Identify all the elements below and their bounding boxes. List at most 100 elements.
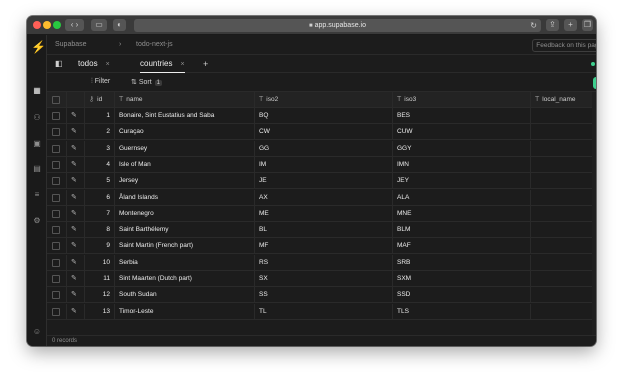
- edit-icon[interactable]: ✎: [71, 308, 77, 315]
- row-checkbox[interactable]: [52, 307, 60, 316]
- cell-id[interactable]: 1: [85, 108, 115, 124]
- cell-id[interactable]: 8: [85, 222, 115, 239]
- edit-icon[interactable]: ✎: [71, 194, 77, 201]
- table-row[interactable]: ✎ 8 Saint Barthélemy BL BLM: [47, 222, 596, 239]
- chevron-right-icon[interactable]: ›: [76, 20, 79, 29]
- row-checkbox[interactable]: [52, 128, 60, 137]
- cell-local-name[interactable]: [531, 189, 596, 206]
- cell-iso3[interactable]: SRB: [393, 254, 531, 271]
- table-row[interactable]: ✎ 6 Åland Islands AX ALA: [47, 189, 596, 206]
- tab-countries[interactable]: countries ×: [140, 55, 185, 73]
- close-icon[interactable]: ×: [180, 61, 184, 68]
- edit-icon[interactable]: ✎: [71, 161, 77, 168]
- user-avatar-icon[interactable]: ☺: [31, 326, 43, 338]
- cell-iso3[interactable]: SXM: [393, 271, 531, 287]
- insert-row-button[interactable]: +: [593, 77, 596, 89]
- cell-iso2[interactable]: GG: [255, 140, 393, 157]
- edit-icon[interactable]: ✎: [71, 177, 77, 184]
- cell-name[interactable]: Curaçao: [115, 124, 255, 141]
- database-icon[interactable]: ≡: [31, 189, 43, 201]
- vertical-scrollbar[interactable]: [592, 92, 596, 335]
- edit-icon[interactable]: ✎: [71, 226, 77, 233]
- cell-local-name[interactable]: [531, 156, 596, 173]
- table-row[interactable]: ✎ 12 South Sudan SS SSD: [47, 287, 596, 304]
- cell-iso3[interactable]: MAF: [393, 238, 531, 255]
- cell-local-name[interactable]: [531, 205, 596, 222]
- row-checkbox[interactable]: [52, 209, 60, 218]
- tab-overview-button[interactable]: ❐: [582, 19, 593, 31]
- cell-iso3[interactable]: MNE: [393, 205, 531, 222]
- edit-icon[interactable]: ✎: [71, 242, 77, 249]
- cell-id[interactable]: 11: [85, 271, 115, 287]
- share-button[interactable]: ⇪: [546, 19, 559, 31]
- cell-name[interactable]: Saint Martin (French part): [115, 238, 255, 255]
- cell-name[interactable]: Guernsey: [115, 140, 255, 157]
- cell-name[interactable]: Timor-Leste: [115, 303, 255, 320]
- column-header-iso2[interactable]: Tiso2: [255, 92, 393, 108]
- users-icon[interactable]: ⚇: [31, 112, 43, 124]
- column-header-id[interactable]: ⚷ id: [85, 92, 115, 108]
- row-checkbox[interactable]: [52, 112, 60, 120]
- breadcrumb-project[interactable]: todo-next-js: [136, 41, 173, 48]
- column-header-local-name[interactable]: Tlocal_name: [531, 92, 596, 108]
- row-checkbox[interactable]: [52, 258, 60, 267]
- cell-iso3[interactable]: JEY: [393, 173, 531, 190]
- cell-iso3[interactable]: IMN: [393, 156, 531, 173]
- edit-icon[interactable]: ✎: [71, 275, 77, 282]
- filter-button[interactable]: ⫶ Filter: [91, 78, 110, 86]
- cell-local-name[interactable]: [531, 222, 596, 239]
- row-checkbox[interactable]: [52, 242, 60, 251]
- cell-id[interactable]: 4: [85, 156, 115, 173]
- supabase-logo-icon[interactable]: ⚡: [31, 41, 46, 53]
- cell-iso2[interactable]: IM: [255, 156, 393, 173]
- cell-name[interactable]: South Sudan: [115, 287, 255, 304]
- cell-local-name[interactable]: [531, 124, 596, 141]
- edit-icon[interactable]: ✎: [71, 128, 77, 135]
- cell-iso2[interactable]: ME: [255, 205, 393, 222]
- cell-iso3[interactable]: GGY: [393, 140, 531, 157]
- cell-iso2[interactable]: RS: [255, 254, 393, 271]
- cell-local-name[interactable]: [531, 108, 596, 124]
- cell-name[interactable]: Sint Maarten (Dutch part): [115, 271, 255, 287]
- cell-name[interactable]: Saint Barthélemy: [115, 222, 255, 239]
- column-header-iso3[interactable]: Tiso3: [393, 92, 531, 108]
- cell-name[interactable]: Montenegro: [115, 205, 255, 222]
- cell-iso3[interactable]: BES: [393, 108, 531, 124]
- reload-icon[interactable]: ↻: [530, 19, 537, 32]
- table-row[interactable]: ✎ 5 Jersey JE JEY: [47, 173, 596, 190]
- cell-id[interactable]: 9: [85, 238, 115, 255]
- table-row[interactable]: ✎ 4 Isle of Man IM IMN: [47, 156, 596, 173]
- table-row[interactable]: ✎ 1 Bonaire, Sint Eustatius and Saba BQ BES: [47, 108, 596, 124]
- cell-iso3[interactable]: TLS: [393, 303, 531, 320]
- cell-id[interactable]: 10: [85, 254, 115, 271]
- cell-iso2[interactable]: BL: [255, 222, 393, 239]
- cell-local-name[interactable]: [531, 238, 596, 255]
- cell-iso2[interactable]: TL: [255, 303, 393, 320]
- cell-name[interactable]: Serbia: [115, 254, 255, 271]
- maximize-window-button[interactable]: [53, 21, 61, 29]
- cell-local-name[interactable]: [531, 303, 596, 320]
- add-tab-button[interactable]: +: [203, 55, 208, 73]
- settings-gear-icon[interactable]: ⚙: [31, 215, 43, 227]
- row-checkbox[interactable]: [52, 144, 60, 153]
- cell-local-name[interactable]: [531, 271, 596, 287]
- cell-iso2[interactable]: AX: [255, 189, 393, 206]
- cell-id[interactable]: 7: [85, 205, 115, 222]
- table-row[interactable]: ✎ 3 Guernsey GG GGY: [47, 140, 596, 157]
- cell-iso2[interactable]: BQ: [255, 108, 393, 124]
- tab-todos[interactable]: todos ×: [78, 55, 110, 73]
- cell-local-name[interactable]: [531, 173, 596, 190]
- edit-icon[interactable]: ✎: [71, 112, 77, 119]
- edit-icon[interactable]: ✎: [71, 210, 77, 217]
- breadcrumb-org[interactable]: Supabase: [55, 41, 87, 48]
- row-checkbox[interactable]: [52, 275, 60, 283]
- cell-iso2[interactable]: SS: [255, 287, 393, 304]
- cell-name[interactable]: Bonaire, Sint Eustatius and Saba: [115, 108, 255, 124]
- sort-button[interactable]: ⇅ Sort 1: [131, 78, 163, 86]
- minimize-window-button[interactable]: [43, 21, 51, 29]
- table-row[interactable]: ✎ 11 Sint Maarten (Dutch part) SX SXM: [47, 271, 596, 287]
- cell-iso3[interactable]: BLM: [393, 222, 531, 239]
- panel-toggle-icon[interactable]: ◧: [55, 55, 63, 73]
- table-row[interactable]: ✎ 9 Saint Martin (French part) MF MAF: [47, 238, 596, 255]
- document-icon[interactable]: ▤: [31, 163, 43, 175]
